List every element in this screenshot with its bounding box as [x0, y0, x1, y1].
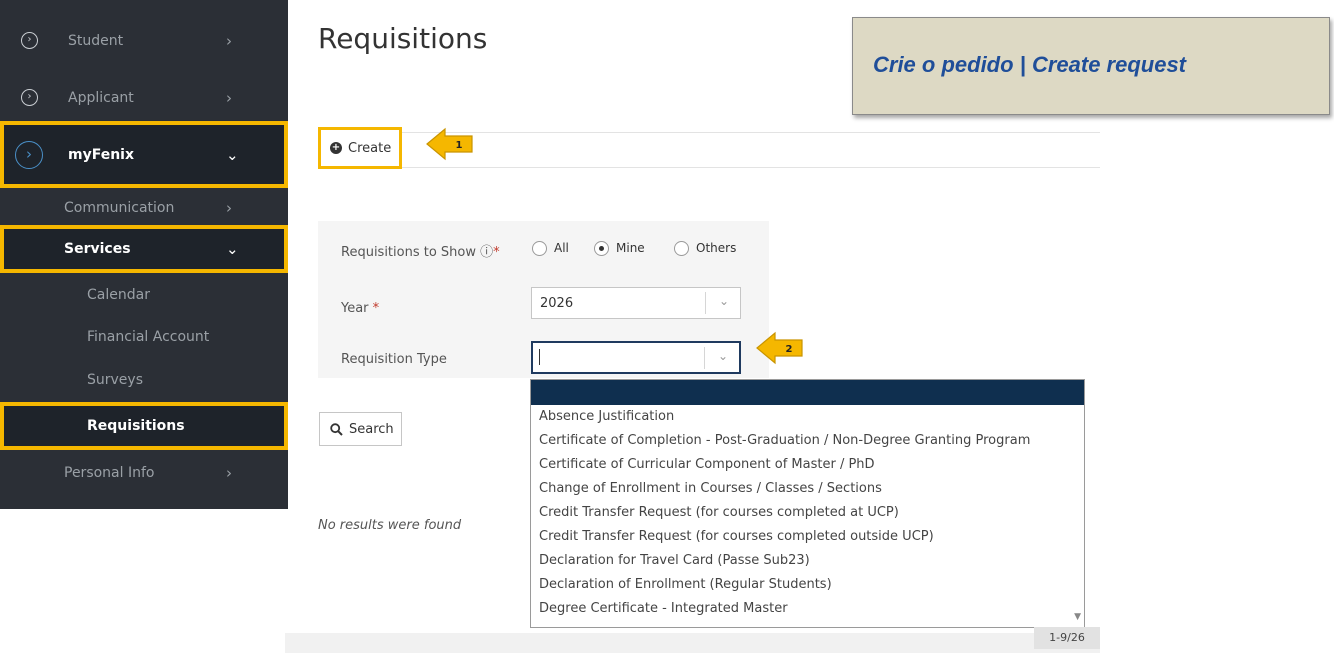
no-results-message: No results were found — [318, 518, 462, 533]
radio-others[interactable] — [674, 241, 689, 256]
sidebar-item-personal-info[interactable]: Personal Info › — [0, 452, 288, 494]
create-button[interactable]: + Create — [318, 127, 402, 169]
radio-all-label: All — [554, 241, 569, 255]
sidebar-item-label: Services — [64, 241, 131, 257]
chevron-down-icon: ⌄ — [226, 240, 239, 258]
callout-text: Crie o pedido | Create request — [873, 52, 1187, 77]
select-divider — [704, 347, 705, 369]
sidebar-item-label: Calendar — [87, 287, 150, 303]
sidebar-item-label: Financial Account — [87, 329, 210, 345]
requisition-type-select[interactable]: ⌄ — [531, 341, 741, 374]
year-label: Year * — [341, 301, 379, 316]
radio-mine[interactable] — [594, 241, 609, 256]
year-select[interactable]: 2026 ⌄ — [531, 287, 741, 319]
required-mark: * — [372, 301, 380, 316]
dropdown-option[interactable]: Declaration for Travel Card (Passe Sub23… — [531, 549, 1084, 573]
requisition-type-label: Requisition Type — [341, 352, 447, 367]
requisition-type-dropdown: Absence Justification Certificate of Com… — [530, 379, 1085, 628]
info-icon: ⓘ — [480, 245, 494, 260]
search-button[interactable]: Search — [319, 412, 402, 446]
step-arrow-1: 1 — [426, 127, 473, 161]
radio-mine-label: Mine — [616, 241, 645, 255]
footer-strip — [285, 633, 1100, 653]
scroll-down-icon[interactable]: ▼ — [1074, 612, 1081, 622]
dropdown-option[interactable]: Certificate of Completion - Post-Graduat… — [531, 429, 1084, 453]
required-mark: * — [493, 245, 500, 260]
sidebar-item-label: Requisitions — [87, 418, 185, 434]
filter-form: Requisitions to Show ⓘ* All Mine Others … — [318, 221, 769, 378]
chevron-circle-icon: › — [15, 140, 43, 169]
sidebar-item-surveys[interactable]: Surveys — [0, 359, 288, 401]
sidebar-item-label: Communication — [64, 200, 175, 216]
show-label: Requisitions to Show ⓘ* — [341, 241, 500, 260]
year-value: 2026 — [540, 296, 574, 311]
sidebar-item-requisitions[interactable]: Requisitions — [0, 402, 288, 450]
show-label-text: Requisitions to Show — [341, 245, 477, 260]
sidebar-item-communication[interactable]: Communication › — [0, 188, 288, 228]
dropdown-option[interactable]: Change of Enrollment in Courses / Classe… — [531, 477, 1084, 501]
chevron-right-icon: › — [226, 32, 232, 50]
chevron-down-icon: ⌄ — [717, 349, 728, 363]
dropdown-option[interactable]: Credit Transfer Request (for courses com… — [531, 501, 1084, 525]
search-icon — [330, 422, 343, 436]
create-label: Create — [348, 140, 392, 156]
step-number: 1 — [456, 140, 463, 151]
sidebar-item-label: myFenix — [68, 146, 135, 163]
plus-circle-icon: + — [330, 142, 342, 154]
sidebar: › Student › › Applicant › › myFenix ⌄ Co… — [0, 0, 288, 509]
step-arrow-2: 2 — [756, 331, 803, 365]
step-number: 2 — [786, 344, 793, 355]
chevron-right-icon: › — [226, 464, 232, 482]
instruction-callout: Crie o pedido | Create request — [852, 17, 1330, 115]
sidebar-item-financial-account[interactable]: Financial Account — [0, 316, 288, 358]
dropdown-option[interactable]: Declaration of Enrollment (Regular Stude… — [531, 573, 1084, 597]
dropdown-option[interactable]: Absence Justification — [531, 405, 1084, 429]
text-cursor — [539, 349, 540, 365]
chevron-right-icon: › — [226, 199, 232, 217]
sidebar-item-services[interactable]: Services ⌄ — [0, 225, 288, 273]
dropdown-option[interactable]: Credit Transfer Request (for courses com… — [531, 525, 1084, 549]
pagination-count: 1-9/26 — [1034, 627, 1100, 649]
chevron-circle-icon: › — [21, 89, 38, 106]
chevron-down-icon: ⌄ — [226, 145, 239, 164]
year-label-text: Year — [341, 301, 369, 316]
radio-all[interactable] — [532, 241, 547, 256]
dropdown-option[interactable]: Certificate of Curricular Component of M… — [531, 453, 1084, 477]
chevron-down-icon: ⌄ — [718, 294, 729, 308]
sidebar-item-label: Surveys — [87, 372, 143, 388]
sidebar-item-label: Applicant — [68, 90, 134, 106]
dropdown-selected-empty-option[interactable] — [531, 380, 1084, 405]
sidebar-item-myfenix[interactable]: › myFenix ⌄ — [0, 121, 288, 188]
select-divider — [705, 292, 706, 314]
page-title: Requisitions — [318, 22, 488, 55]
dropdown-option[interactable]: Degree Certificate - Integrated Master — [531, 597, 1084, 621]
sidebar-item-label: Personal Info — [64, 465, 155, 481]
radio-others-label: Others — [696, 241, 737, 255]
sidebar-item-calendar[interactable]: Calendar — [0, 274, 288, 316]
sidebar-item-applicant[interactable]: › Applicant › — [0, 77, 288, 119]
search-label: Search — [349, 421, 394, 437]
chevron-circle-icon: › — [21, 32, 38, 49]
sidebar-item-student[interactable]: › Student › — [0, 20, 288, 62]
chevron-right-icon: › — [226, 89, 232, 107]
sidebar-item-label: Student — [68, 33, 124, 49]
